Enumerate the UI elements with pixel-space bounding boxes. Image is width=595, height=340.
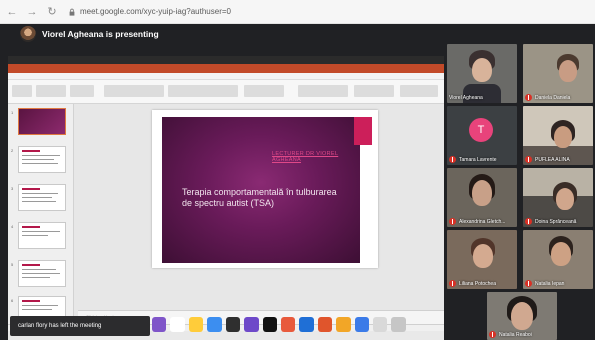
slide-title: Terapia comportamentală în tulburarea de… [182, 187, 337, 208]
dock-app-icon[interactable] [188, 316, 204, 332]
participants-grid: Viorel Agheana Daniela Daniela T Tamara … [447, 44, 595, 340]
dock-app-icon[interactable] [170, 316, 185, 332]
participant-tile[interactable]: Natalia Iepan [523, 230, 593, 289]
slide-thumbnail-3[interactable] [18, 184, 66, 211]
participant-tile[interactable]: Daniela Daniela [523, 44, 593, 103]
participant-name: PUFLEA ALINA [535, 156, 570, 163]
participant-name: Natalia Iepan [535, 280, 565, 287]
dock-app-icon[interactable] [244, 316, 259, 332]
dock-app-icon[interactable] [299, 316, 314, 332]
powerpoint-tabs [8, 73, 444, 80]
slide-accent-block [354, 117, 372, 145]
slide-thumbnail-2[interactable] [18, 146, 66, 173]
trash-icon[interactable] [391, 316, 406, 332]
participant-avatar: T [469, 118, 493, 142]
mic-off-icon [525, 94, 532, 101]
mic-off-icon [449, 280, 456, 287]
slide-thumbnail-1[interactable] [18, 108, 66, 135]
slide-thumbnail-4[interactable] [18, 222, 66, 249]
mic-off-icon [449, 156, 456, 163]
participant-name: Daniela Daniela [535, 94, 571, 101]
left-meeting-toast: carlan flory has left the meeting [10, 316, 150, 336]
slide-thumbnails: 1 2 3 4 5 6 [8, 104, 74, 324]
shared-screen: 1 2 3 4 5 6 LECTURER DR VIOREL AGHEANA T… [8, 56, 444, 340]
dock-app-icon[interactable] [336, 316, 351, 332]
slide-frame: LECTURER DR VIOREL AGHEANA Terapia compo… [152, 110, 378, 268]
mic-off-icon [449, 218, 456, 225]
presenter-banner: Viorel Agheana is presenting [0, 24, 595, 44]
slide-canvas: LECTURER DR VIOREL AGHEANA Terapia compo… [78, 104, 444, 310]
participant-tile[interactable]: Liliana Potochea [447, 230, 517, 289]
participant-tile[interactable]: PUFLEA ALINA [523, 106, 593, 165]
dock-app-icon[interactable] [280, 316, 296, 332]
participant-tile[interactable]: Viorel Agheana [447, 44, 517, 103]
powerpoint-titlebar [8, 64, 444, 73]
participant-name: Viorel Agheana [449, 95, 483, 101]
forward-arrow-icon[interactable]: → [24, 4, 40, 20]
participant-name: Tamara Lavrente [459, 156, 497, 163]
participant-tile[interactable]: T Tamara Lavrente [447, 106, 517, 165]
mic-off-icon [525, 280, 532, 287]
dock-app-icon[interactable] [225, 316, 241, 332]
powerpoint-ribbon [8, 80, 444, 104]
powerpoint-body: 1 2 3 4 5 6 LECTURER DR VIOREL AGHEANA T… [8, 104, 444, 324]
dock-app-icon[interactable] [207, 316, 222, 332]
participant-tile[interactable]: Natalia Reaboi [487, 292, 557, 340]
presenter-avatar [20, 26, 36, 42]
slide-thumbnail-5[interactable] [18, 260, 66, 287]
mac-dock [150, 314, 406, 334]
participant-tile[interactable]: Alexandrina Gletch... [447, 168, 517, 227]
dock-app-icon[interactable] [317, 316, 333, 332]
participant-name: Liliana Potochea [459, 280, 496, 287]
mac-menubar [8, 56, 444, 64]
mic-off-icon [489, 331, 496, 338]
address-bar[interactable]: meet.google.com/xyc-yuip-iag?authuser=0 [68, 7, 231, 16]
dock-app-icon[interactable] [262, 316, 277, 332]
current-slide[interactable]: LECTURER DR VIOREL AGHEANA Terapia compo… [162, 117, 372, 263]
dock-app-icon[interactable] [373, 316, 388, 332]
participant-name: Doina Sprânceană [535, 218, 577, 225]
dock-app-icon[interactable] [354, 316, 370, 332]
back-arrow-icon[interactable]: ← [4, 4, 20, 20]
slide-author: LECTURER DR VIOREL AGHEANA [272, 151, 339, 163]
presenter-text: Viorel Agheana is presenting [42, 29, 159, 39]
reload-icon[interactable]: ↻ [44, 4, 60, 20]
mic-off-icon [525, 156, 532, 163]
url-text: meet.google.com/xyc-yuip-iag?authuser=0 [80, 7, 231, 16]
participant-tile[interactable]: Doina Sprânceană [523, 168, 593, 227]
dock-app-icon[interactable] [152, 316, 167, 332]
lock-icon [69, 8, 75, 16]
mic-off-icon [525, 218, 532, 225]
browser-toolbar: ← → ↻ meet.google.com/xyc-yuip-iag?authu… [0, 0, 595, 24]
participant-name: Natalia Reaboi [499, 331, 532, 338]
participant-name: Alexandrina Gletch... [459, 218, 506, 225]
